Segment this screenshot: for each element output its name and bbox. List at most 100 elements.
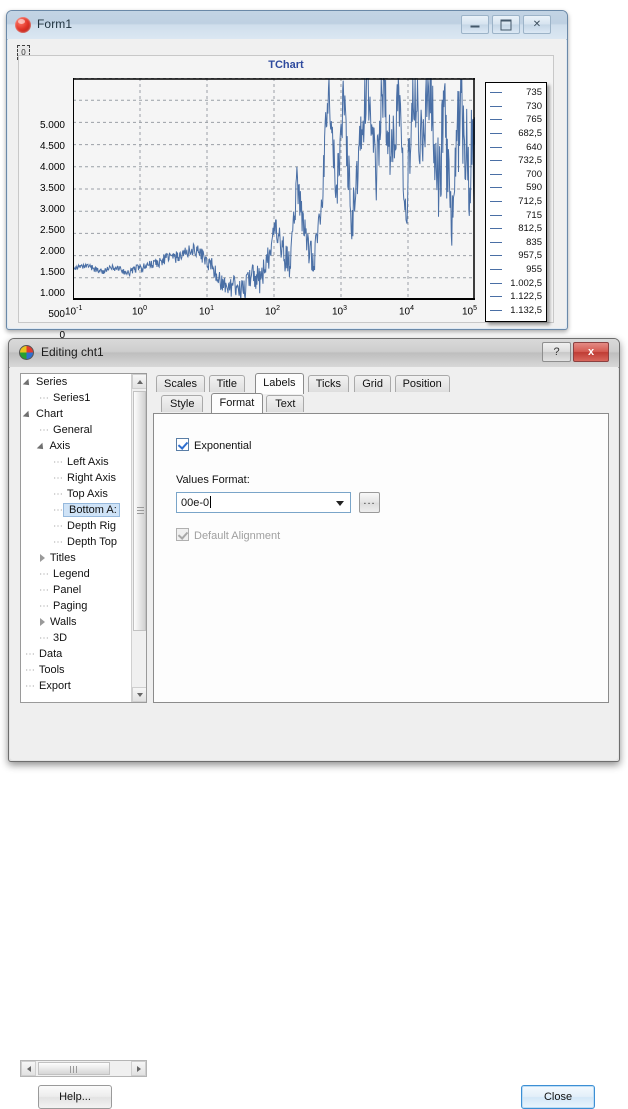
legend-row[interactable]: 1.122,5 bbox=[486, 290, 546, 304]
tree-item-label: Export bbox=[36, 680, 71, 692]
tab-labels[interactable]: Labels bbox=[255, 373, 304, 394]
legend-label: 1.132,5 bbox=[510, 304, 542, 316]
minimize-button[interactable] bbox=[461, 15, 489, 34]
values-format-combobox[interactable]: 00e-0 bbox=[176, 492, 351, 513]
help-button[interactable]: Help... bbox=[38, 1085, 112, 1109]
subtab-format[interactable]: Format bbox=[210, 393, 264, 413]
tab-title[interactable]: Title bbox=[208, 375, 245, 392]
scroll-down-arrow-icon[interactable] bbox=[132, 687, 146, 702]
form1-titlebar[interactable]: Form1 ✕ bbox=[7, 11, 567, 40]
x-tick-base: 10 bbox=[462, 306, 474, 318]
tree-item-panel[interactable]: ⋯ Panel bbox=[21, 582, 146, 598]
horizontal-scroll-thumb[interactable] bbox=[38, 1062, 110, 1075]
legend-row[interactable]: 1.002,5 bbox=[486, 276, 546, 290]
checkbox-check-icon bbox=[176, 438, 189, 451]
expand-arrow-icon[interactable] bbox=[25, 410, 33, 418]
tree-item-walls[interactable]: Walls bbox=[21, 614, 146, 630]
values-format-input[interactable]: 00e-0 bbox=[181, 496, 212, 509]
tree-item-top-axis[interactable]: ⋯ Top Axis bbox=[21, 486, 146, 502]
tree-item-chart[interactable]: Chart bbox=[21, 406, 146, 422]
tree-item-series[interactable]: Series bbox=[21, 374, 146, 390]
subtab-style[interactable]: Style bbox=[161, 395, 204, 412]
tree-item-label: Panel bbox=[50, 584, 82, 596]
chart-legend[interactable]: 735 730 765 682,5 640 732,5 700 590 712,5 715 812,… bbox=[485, 82, 547, 322]
legend-label: 735 bbox=[526, 87, 542, 99]
triangle-right-icon bbox=[136, 1065, 141, 1072]
tree-item-data[interactable]: ⋯ Data bbox=[21, 646, 146, 662]
expand-arrow-icon[interactable] bbox=[25, 378, 33, 386]
legend-line-swatch bbox=[490, 296, 502, 298]
form1-client-area: 0 TChart 5.000 4.500 4.000 3.500 3.000 2… bbox=[8, 39, 566, 341]
legend-line-swatch bbox=[490, 92, 502, 94]
legend-row[interactable]: 730 bbox=[486, 100, 546, 114]
help-titlebar-button[interactable]: ? bbox=[542, 342, 571, 362]
legend-row[interactable]: 640 bbox=[486, 140, 546, 154]
checkbox-check-icon bbox=[176, 528, 189, 541]
tab-scales[interactable]: Scales bbox=[156, 375, 206, 392]
tree-item-axis[interactable]: Axis bbox=[21, 438, 146, 454]
tab-position[interactable]: Position bbox=[394, 375, 450, 392]
exponential-checkbox[interactable]: Exponential bbox=[176, 438, 252, 452]
tree-item-depth-top[interactable]: ⋯ Depth Top bbox=[21, 534, 146, 550]
legend-row[interactable]: 957,5 bbox=[486, 249, 546, 263]
tab-grid[interactable]: Grid bbox=[354, 375, 391, 392]
scroll-right-arrow-icon[interactable] bbox=[131, 1061, 146, 1076]
scroll-left-arrow-icon[interactable] bbox=[21, 1061, 36, 1076]
tree-item-depth-rig[interactable]: ⋯ Depth Rig bbox=[21, 518, 146, 534]
tab-ticks[interactable]: Ticks bbox=[307, 375, 349, 392]
tree-item-label: Right Axis bbox=[64, 472, 116, 484]
tree-connector-icon: ⋯ bbox=[39, 393, 50, 404]
scroll-up-arrow-icon[interactable] bbox=[132, 374, 146, 389]
legend-line-swatch bbox=[490, 173, 502, 175]
editor-client-area: Series ⋯ Series1 Chart ⋯ General Axis ⋯ Lef… bbox=[10, 367, 618, 1109]
chevron-down-icon[interactable] bbox=[336, 501, 344, 506]
maximize-button[interactable] bbox=[492, 15, 520, 34]
legend-line-swatch bbox=[490, 105, 502, 107]
tree-connector-icon: ⋯ bbox=[53, 457, 64, 468]
legend-row[interactable]: 590 bbox=[486, 181, 546, 195]
collapse-arrow-icon[interactable] bbox=[39, 554, 47, 563]
tree-horizontal-scrollbar[interactable] bbox=[20, 1060, 147, 1077]
tree-item-titles[interactable]: Titles bbox=[21, 550, 146, 566]
legend-row[interactable]: 1.132,5 bbox=[486, 304, 546, 318]
settings-tree[interactable]: Series ⋯ Series1 Chart ⋯ General Axis ⋯ Lef… bbox=[20, 373, 147, 703]
legend-row[interactable]: 732,5 bbox=[486, 154, 546, 168]
format-browse-button[interactable]: ... bbox=[359, 492, 380, 513]
editor-titlebar[interactable]: Editing cht1 ? x bbox=[9, 339, 619, 368]
subtab-text[interactable]: Text bbox=[266, 395, 305, 412]
legend-row[interactable]: 700 bbox=[486, 168, 546, 182]
tree-item-left-axis[interactable]: ⋯ Left Axis bbox=[21, 454, 146, 470]
legend-row[interactable]: 735 bbox=[486, 86, 546, 100]
legend-line-swatch bbox=[490, 187, 502, 189]
chart-panel[interactable]: TChart 5.000 4.500 4.000 3.500 3.000 2.5… bbox=[18, 55, 554, 341]
legend-row[interactable]: 715 bbox=[486, 208, 546, 222]
legend-row[interactable]: 765 bbox=[486, 113, 546, 127]
legend-row[interactable]: 812,5 bbox=[486, 222, 546, 236]
close-button[interactable]: ✕ bbox=[523, 15, 551, 34]
triangle-up-icon bbox=[136, 379, 143, 384]
legend-row[interactable]: 712,5 bbox=[486, 195, 546, 209]
vertical-scroll-thumb[interactable] bbox=[133, 391, 146, 631]
tree-item-legend[interactable]: ⋯ Legend bbox=[21, 566, 146, 582]
legend-row[interactable]: 955 bbox=[486, 263, 546, 277]
tree-item-label: Data bbox=[36, 648, 63, 660]
maximize-icon bbox=[500, 19, 512, 30]
tree-item-series1[interactable]: ⋯ Series1 bbox=[21, 390, 146, 406]
legend-label: 590 bbox=[526, 182, 542, 194]
tree-item-general[interactable]: ⋯ General bbox=[21, 422, 146, 438]
legend-row[interactable]: 835 bbox=[486, 236, 546, 250]
tree-item-right-axis[interactable]: ⋯ Right Axis bbox=[21, 470, 146, 486]
tree-item-tools[interactable]: ⋯ Tools bbox=[21, 662, 146, 678]
tree-item-paging[interactable]: ⋯ Paging bbox=[21, 598, 146, 614]
tree-item-export[interactable]: ⋯ Export bbox=[21, 678, 146, 694]
tree-vertical-scrollbar[interactable] bbox=[131, 374, 146, 702]
tree-item-bottom-a[interactable]: ⋯ Bottom A: bbox=[21, 502, 146, 518]
legend-label: 730 bbox=[526, 100, 542, 112]
editor-right-pane: Scales Title Labels Ticks Grid Position Style… bbox=[153, 373, 609, 703]
legend-row[interactable]: 682,5 bbox=[486, 127, 546, 141]
close-dialog-button[interactable]: x bbox=[573, 342, 609, 362]
close-button[interactable]: Close bbox=[521, 1085, 595, 1109]
collapse-arrow-icon[interactable] bbox=[39, 618, 47, 627]
tree-item-3d[interactable]: ⋯ 3D bbox=[21, 630, 146, 646]
expand-arrow-icon[interactable] bbox=[39, 442, 47, 450]
